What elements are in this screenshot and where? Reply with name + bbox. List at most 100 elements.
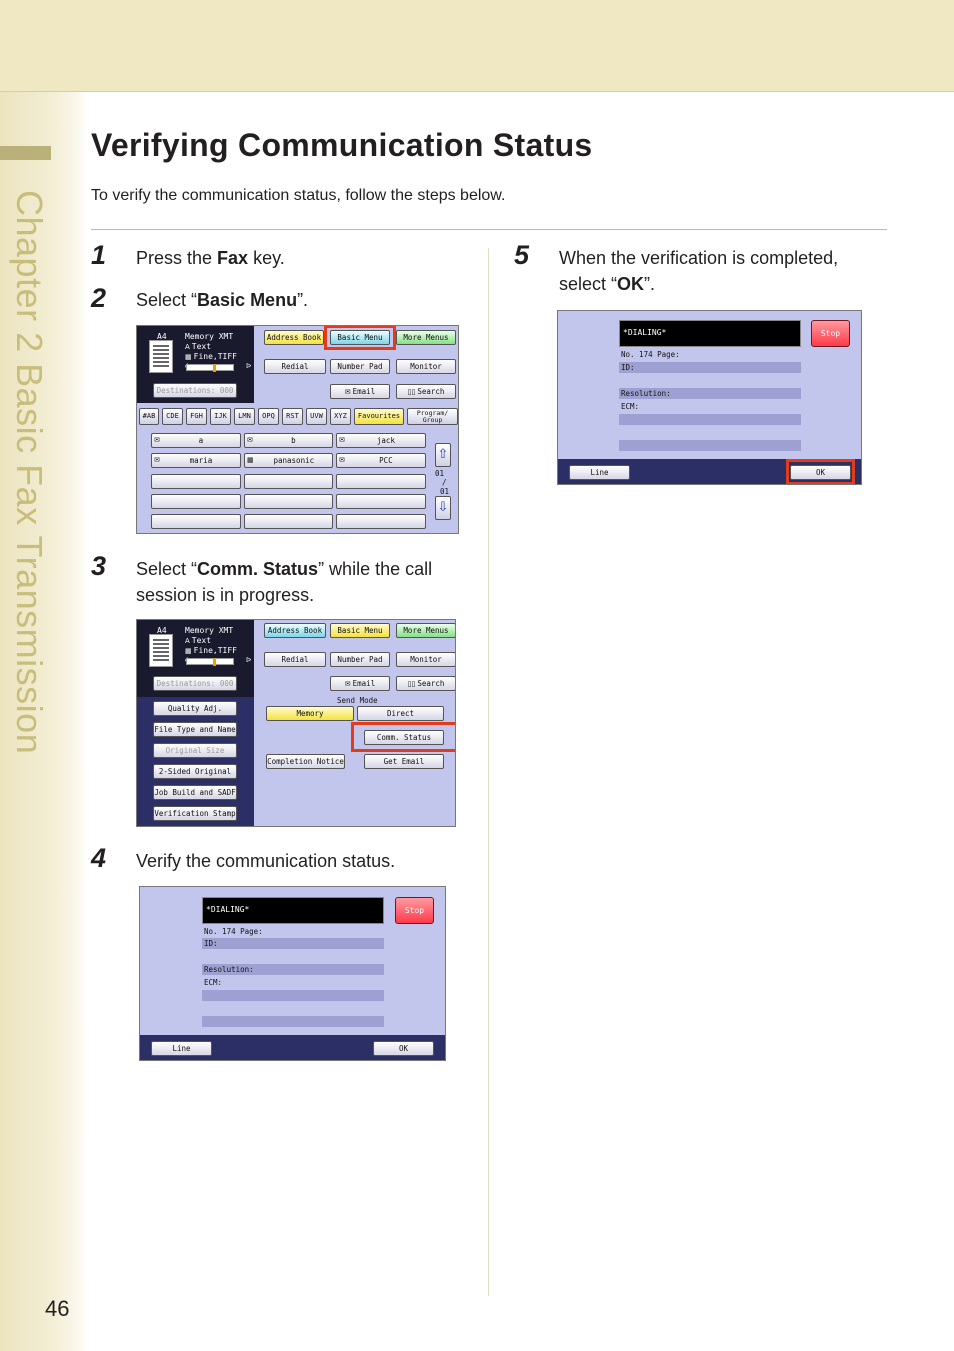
tab-lmn[interactable]: LMN	[234, 408, 255, 425]
mail-icon: ✉	[154, 436, 160, 444]
dialing-status-bar: *DIALING*	[619, 320, 801, 347]
step-2-number: 2	[91, 283, 107, 313]
favourite-entry[interactable]: ▦ panasonic	[244, 453, 333, 468]
address-book-button[interactable]: Address Book	[264, 330, 324, 345]
search-button[interactable]: ▯▯ Search	[396, 676, 455, 691]
basic-menu-button[interactable]: Basic Menu	[330, 623, 390, 638]
number-pad-button[interactable]: Number Pad	[330, 652, 390, 667]
ok-button[interactable]: OK	[373, 1041, 434, 1056]
volume-slider[interactable]	[186, 658, 234, 666]
job-number-label: No. 174 Page:	[204, 927, 263, 936]
memory-button[interactable]: Memory	[266, 706, 354, 721]
info-panel: A4 Memory XMT AText ▦Fine,TIFF ◖ ᐅ Desti…	[137, 326, 254, 403]
more-menus-button[interactable]: More Menus	[396, 623, 455, 638]
original-size-button[interactable]: Original Size	[153, 743, 237, 758]
chapter-label: Chapter 2 Basic Fax Transmission	[9, 190, 50, 755]
favourite-entry[interactable]: ✉ jack	[336, 433, 426, 448]
tab-ijk[interactable]: IJK	[210, 408, 231, 425]
favourite-empty[interactable]	[244, 514, 333, 529]
orig-type: A Text	[185, 342, 212, 351]
address-book-button[interactable]: Address Book	[264, 623, 326, 638]
book-icon: ▯▯	[407, 680, 416, 688]
get-email-button[interactable]: Get Email	[364, 754, 444, 769]
screen-dialing-status: *DIALING* Stop No. 174 Page: ID: Resolut…	[139, 886, 446, 1061]
redial-button[interactable]: Redial	[264, 652, 326, 667]
chapter-marker	[0, 146, 51, 160]
destinations-button[interactable]: Destinations: 000	[153, 676, 237, 691]
id-row: ID:	[619, 362, 801, 373]
redial-button[interactable]: Redial	[264, 359, 326, 374]
highlight-basic-menu	[324, 326, 396, 350]
quality-adj-button[interactable]: Quality Adj.	[153, 701, 237, 716]
tab-cde[interactable]: CDE	[162, 408, 183, 425]
favourite-entry[interactable]: ✉ PCC	[336, 453, 426, 468]
email-button[interactable]: ✉ Email	[330, 384, 390, 399]
tab-favourites[interactable]: Favourites	[354, 408, 404, 425]
step-3-text: Select “Comm. Status” while the call ses…	[136, 559, 433, 605]
document-thumbnail	[149, 634, 173, 667]
page-title: Verifying Communication Status	[91, 127, 593, 163]
line-button[interactable]: Line	[569, 465, 630, 480]
step-2-text: Select “Basic Menu”.	[136, 290, 309, 310]
more-menus-button[interactable]: More Menus	[396, 330, 456, 345]
favourite-empty[interactable]	[151, 514, 241, 529]
favourite-empty[interactable]	[336, 514, 426, 529]
page-total: 01	[440, 487, 450, 496]
search-button[interactable]: ▯▯ Search	[396, 384, 456, 399]
mail-icon: ✉	[247, 436, 253, 444]
screen-dialing-ok: *DIALING* Stop No. 174 Page: ID: Resolut…	[557, 310, 862, 485]
monitor-button[interactable]: Monitor	[396, 652, 455, 667]
favourite-empty[interactable]	[336, 474, 426, 489]
favourite-entry[interactable]: ✉ b	[244, 433, 333, 448]
email-button[interactable]: ✉ Email	[330, 676, 390, 691]
tray-icon: ▦	[185, 353, 192, 361]
paper-size: A4	[157, 626, 167, 635]
screen-comm-status: A4 Memory XMT AText ▦Fine,TIFF ◖ ᐅ Desti…	[136, 619, 456, 827]
resolution-row: Resolution:	[619, 388, 801, 399]
resolution: ▦ Fine,TIFF	[185, 646, 237, 655]
favourite-empty[interactable]	[336, 494, 426, 509]
intro-text: To verify the communication status, foll…	[91, 187, 506, 204]
favourite-entry[interactable]: ✉ a	[151, 433, 241, 448]
fax-icon: ▦	[247, 456, 254, 464]
favourite-empty[interactable]	[244, 494, 333, 509]
favourite-empty[interactable]	[151, 494, 241, 509]
speaker-high-icon: ᐅ	[246, 656, 252, 664]
speaker-high-icon: ᐅ	[246, 362, 252, 370]
favourite-empty[interactable]	[244, 474, 333, 489]
text-mode-icon: A	[185, 637, 190, 645]
tab-xyz[interactable]: XYZ	[330, 408, 351, 425]
book-icon: ▯▯	[407, 388, 416, 396]
volume-slider[interactable]	[186, 364, 234, 372]
tab-fgh[interactable]: FGH	[186, 408, 207, 425]
favourite-empty[interactable]	[151, 474, 241, 489]
two-sided-original-button[interactable]: 2-Sided Original	[153, 764, 237, 779]
step-1-text: Press the Fax key.	[136, 248, 285, 268]
number-pad-button[interactable]: Number Pad	[330, 359, 390, 374]
document-thumbnail	[149, 340, 173, 373]
step-4-text: Verify the communication status.	[136, 851, 396, 871]
verification-stamp-button[interactable]: Verification Stamp	[153, 806, 237, 821]
completion-notice-button[interactable]: Completion Notice	[266, 754, 345, 769]
favourite-entry[interactable]: ✉ maria	[151, 453, 241, 468]
line-button[interactable]: Line	[151, 1041, 212, 1056]
highlight-comm-status	[351, 722, 455, 752]
tab-opq[interactable]: OPQ	[258, 408, 279, 425]
scroll-down-icon[interactable]: ⇩	[435, 496, 451, 520]
stop-button[interactable]: Stop	[395, 897, 434, 924]
page-separator: /	[442, 478, 447, 487]
stop-button[interactable]: Stop	[811, 320, 850, 347]
status-row	[619, 440, 801, 451]
tab-uvw[interactable]: UVW	[306, 408, 327, 425]
job-build-button[interactable]: Job Build and SADF	[153, 785, 237, 800]
resolution-row: Resolution:	[202, 964, 384, 975]
destinations-button[interactable]: Destinations: 000	[153, 383, 237, 398]
monitor-button[interactable]: Monitor	[396, 359, 456, 374]
tab-program-group[interactable]: Program/ Group	[407, 408, 458, 425]
file-type-button[interactable]: File Type and Name	[153, 722, 237, 737]
mode-label: Memory XMT	[185, 332, 234, 341]
scroll-up-icon[interactable]: ⇧	[435, 443, 451, 467]
tab-ab[interactable]: #AB	[139, 408, 159, 425]
direct-button[interactable]: Direct	[357, 706, 444, 721]
tab-rst[interactable]: RST	[282, 408, 303, 425]
